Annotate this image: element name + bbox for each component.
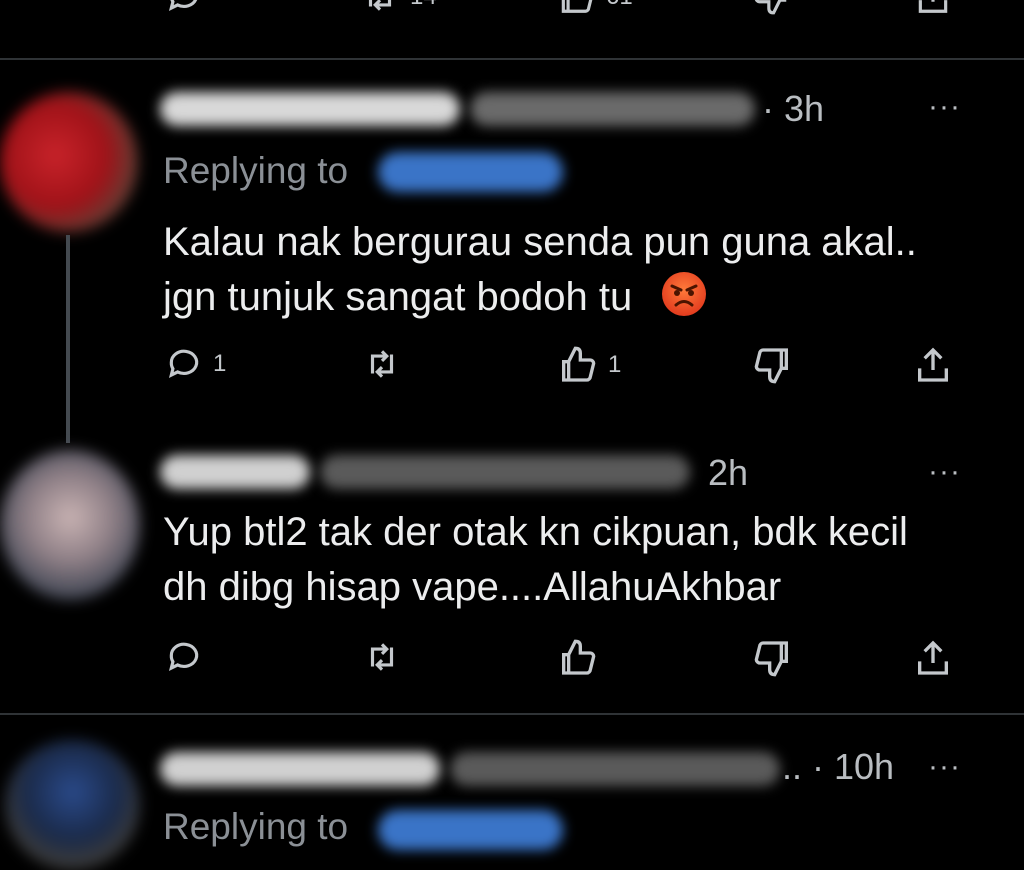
share-icon bbox=[918, 347, 948, 382]
tweet-text-line1: Kalau nak bergurau senda pun guna akal.. bbox=[163, 220, 917, 264]
like-icon bbox=[562, 639, 596, 675]
tweet-time[interactable]: · 3h bbox=[762, 88, 824, 130]
like-action[interactable] bbox=[556, 638, 598, 678]
blurred-username[interactable] bbox=[470, 92, 755, 126]
top-reply-action[interactable] bbox=[165, 0, 203, 16]
replying-to-label: Replying to bbox=[163, 806, 349, 847]
avatar[interactable] bbox=[0, 92, 138, 232]
top-like-count: 61 bbox=[606, 0, 633, 11]
avatar[interactable] bbox=[0, 450, 140, 600]
replying-to-label: Replying to bbox=[163, 150, 349, 191]
dislike-action[interactable] bbox=[752, 638, 794, 678]
blurred-reply-handle[interactable] bbox=[378, 152, 563, 192]
blurred-display-name[interactable] bbox=[160, 92, 460, 126]
dislike-icon bbox=[754, 0, 787, 15]
reply-count: 1 bbox=[213, 350, 227, 377]
more-icon[interactable]: ··· bbox=[928, 455, 961, 489]
like-icon bbox=[562, 346, 596, 382]
retweet-icon bbox=[370, 643, 394, 671]
tweet-time[interactable]: 2h bbox=[708, 452, 748, 494]
blurred-display-name[interactable] bbox=[160, 752, 440, 786]
blurred-reply-handle[interactable] bbox=[378, 810, 563, 850]
angry-face-emoji bbox=[660, 270, 708, 318]
divider-top bbox=[0, 58, 1024, 60]
like-count: 1 bbox=[608, 351, 622, 378]
reply-icon bbox=[168, 642, 199, 672]
share-icon bbox=[918, 640, 948, 675]
blurred-username[interactable] bbox=[320, 455, 690, 489]
tweet-text-line2: dh dibg hisap vape....AllahuAkhbar bbox=[163, 565, 782, 609]
top-like-action[interactable]: 61 bbox=[556, 0, 633, 16]
more-icon[interactable]: ··· bbox=[928, 750, 961, 784]
top-dislike-action[interactable] bbox=[752, 0, 792, 16]
dislike-action[interactable] bbox=[752, 345, 794, 385]
thread-line bbox=[66, 235, 70, 443]
retweet-icon bbox=[370, 350, 394, 378]
avatar[interactable] bbox=[5, 740, 140, 870]
more-icon[interactable]: ··· bbox=[928, 90, 961, 124]
dislike-icon bbox=[754, 641, 788, 677]
share-action[interactable] bbox=[913, 345, 953, 385]
tweet-text-line2: jgn tunjuk sangat bodoh tu bbox=[163, 275, 633, 319]
like-icon bbox=[561, 0, 593, 13]
reply-icon bbox=[168, 0, 198, 12]
share-icon bbox=[918, 0, 948, 13]
blurred-display-name[interactable] bbox=[160, 455, 310, 489]
like-action[interactable]: 1 bbox=[556, 345, 621, 385]
retweet-icon bbox=[368, 0, 392, 11]
top-retweet-action[interactable]: 14 bbox=[360, 0, 437, 16]
divider-bottom bbox=[0, 713, 1024, 715]
tweet-time[interactable]: .. · 10h bbox=[782, 746, 894, 788]
top-retweet-count: 14 bbox=[410, 0, 437, 11]
share-action[interactable] bbox=[913, 638, 953, 678]
tweet-text-line1: Yup btl2 tak der otak kn cikpuan, bdk ke… bbox=[163, 510, 908, 554]
blurred-username[interactable] bbox=[450, 752, 780, 786]
top-share-action[interactable] bbox=[913, 0, 953, 16]
reply-action[interactable] bbox=[165, 638, 203, 676]
dislike-icon bbox=[754, 348, 788, 384]
reply-icon bbox=[168, 349, 199, 379]
retweet-action[interactable] bbox=[360, 638, 404, 676]
reply-action[interactable]: 1 bbox=[165, 345, 226, 383]
retweet-action[interactable] bbox=[360, 345, 404, 383]
